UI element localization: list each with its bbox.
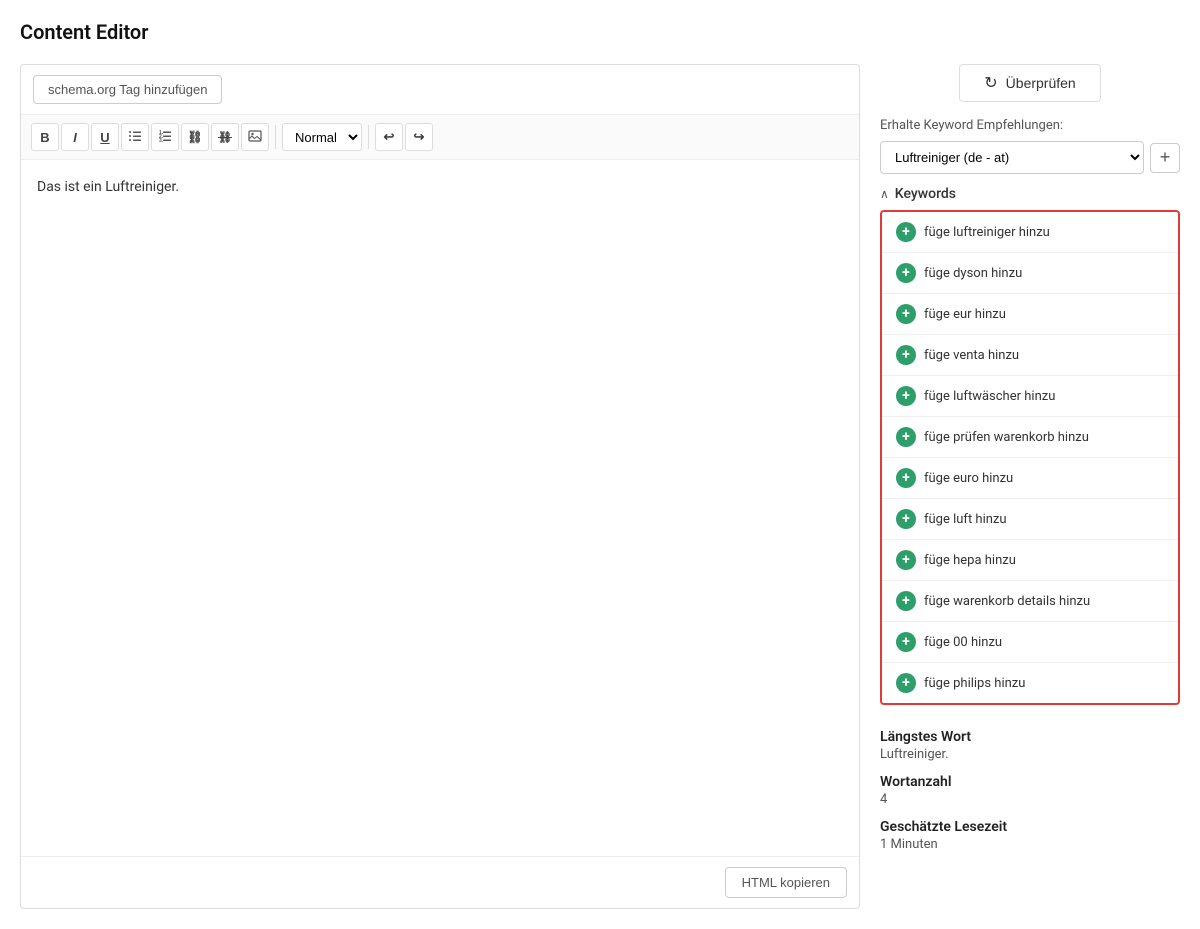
keyword-add-icon: + (896, 427, 916, 447)
keyword-text: füge 00 hinzu (924, 635, 1002, 650)
redo-button[interactable]: ↪ (405, 123, 433, 151)
keyword-add-icon: + (896, 386, 916, 406)
keyword-text: füge dyson hinzu (924, 266, 1022, 281)
schema-tag-button[interactable]: schema.org Tag hinzufügen (33, 75, 222, 104)
page-title: Content Editor (20, 20, 1180, 44)
undo-button[interactable]: ↩ (375, 123, 403, 151)
keyword-list-item[interactable]: + füge luftwäscher hinzu (882, 376, 1178, 417)
keyword-add-icon: + (896, 591, 916, 611)
editor-content[interactable]: Das ist ein Luftreiniger. (21, 160, 859, 856)
redo-icon: ↪ (414, 129, 425, 145)
keywords-collapse-row: ∧ Keywords (880, 186, 1180, 202)
keyword-add-icon: + (896, 263, 916, 283)
editor-panel: schema.org Tag hinzufügen B I U (20, 64, 860, 909)
keyword-select-row: Luftreiniger (de - at) + (880, 141, 1180, 174)
keyword-list-item[interactable]: + füge luftreiniger hinzu (882, 212, 1178, 253)
numbered-list-button[interactable]: 1. 2. 3. (151, 123, 179, 151)
image-icon (248, 129, 262, 146)
keyword-list-item[interactable]: + füge philips hinzu (882, 663, 1178, 703)
link-icon: ⛓ (187, 130, 202, 144)
keyword-text: füge warenkorb details hinzu (924, 594, 1090, 609)
longest-word-label: Längstes Wort (880, 729, 1180, 745)
keyword-list-container: + füge luftreiniger hinzu + füge dyson h… (880, 210, 1180, 705)
keyword-list-item[interactable]: + füge dyson hinzu (882, 253, 1178, 294)
bullet-list-icon (128, 129, 142, 146)
add-keyword-button[interactable]: + (1150, 143, 1180, 173)
keyword-list-item[interactable]: + füge euro hinzu (882, 458, 1178, 499)
check-button[interactable]: ↻ Überprüfen (959, 64, 1100, 102)
check-button-row: ↻ Überprüfen (880, 64, 1180, 102)
keyword-add-icon: + (896, 468, 916, 488)
italic-button[interactable]: I (61, 123, 89, 151)
keyword-text: füge philips hinzu (924, 676, 1025, 691)
keyword-text: füge euro hinzu (924, 471, 1013, 486)
plus-icon: + (1160, 147, 1171, 168)
keyword-list-item[interactable]: + füge venta hinzu (882, 335, 1178, 376)
underline-button[interactable]: U (91, 123, 119, 151)
numbered-list-icon: 1. 2. 3. (158, 129, 172, 146)
chevron-up-icon[interactable]: ∧ (880, 187, 889, 201)
keyword-add-icon: + (896, 222, 916, 242)
undo-icon: ↩ (384, 129, 395, 145)
keyword-recommendation-section: Erhalte Keyword Empfehlungen: Luftreinig… (880, 118, 1180, 721)
underline-icon: U (100, 130, 109, 145)
keyword-list-item[interactable]: + füge 00 hinzu (882, 622, 1178, 663)
italic-icon: I (73, 130, 77, 145)
word-count-label: Wortanzahl (880, 774, 1180, 790)
stats-section: Längstes Wort Luftreiniger. Wortanzahl 4… (880, 729, 1180, 864)
keywords-section-title: Keywords (895, 186, 956, 202)
copy-html-button[interactable]: HTML kopieren (725, 867, 847, 898)
keyword-text: füge hepa hinzu (924, 553, 1016, 568)
keyword-list-item[interactable]: + füge eur hinzu (882, 294, 1178, 335)
keyword-recommendation-label: Erhalte Keyword Empfehlungen: (880, 118, 1180, 133)
bold-button[interactable]: B (31, 123, 59, 151)
toolbar-separator-2 (368, 125, 369, 149)
image-button[interactable] (241, 123, 269, 151)
keyword-add-icon: + (896, 550, 916, 570)
unlink-icon: ⛓ (218, 131, 232, 144)
keyword-text: füge venta hinzu (924, 348, 1019, 363)
keyword-add-icon: + (896, 509, 916, 529)
keyword-add-icon: + (896, 345, 916, 365)
keyword-list-item[interactable]: + füge warenkorb details hinzu (882, 581, 1178, 622)
keyword-add-icon: + (896, 673, 916, 693)
reading-time-value: 1 Minuten (880, 837, 1180, 852)
keyword-list-item[interactable]: + füge prüfen warenkorb hinzu (882, 417, 1178, 458)
editor-footer: HTML kopieren (21, 856, 859, 908)
schema-tag-bar: schema.org Tag hinzufügen (21, 65, 859, 115)
keyword-list-item[interactable]: + füge luft hinzu (882, 499, 1178, 540)
bold-icon: B (40, 130, 49, 145)
keyword-select[interactable]: Luftreiniger (de - at) (880, 141, 1144, 174)
refresh-icon: ↻ (984, 73, 997, 93)
keyword-add-icon: + (896, 304, 916, 324)
keyword-text: füge prüfen warenkorb hinzu (924, 430, 1089, 445)
word-count-value: 4 (880, 792, 1180, 807)
editor-toolbar: B I U (21, 115, 859, 160)
keyword-text: füge luftreiniger hinzu (924, 225, 1050, 240)
keyword-text: füge luftwäscher hinzu (924, 389, 1055, 404)
reading-time-label: Geschätzte Lesezeit (880, 819, 1180, 835)
check-button-label: Überprüfen (1006, 75, 1076, 91)
keyword-add-icon: + (896, 632, 916, 652)
unlink-button[interactable]: ⛓ (211, 123, 239, 151)
toolbar-separator-1 (275, 125, 276, 149)
keyword-list-item[interactable]: + füge hepa hinzu (882, 540, 1178, 581)
bullet-list-button[interactable] (121, 123, 149, 151)
longest-word-value: Luftreiniger. (880, 747, 1180, 762)
right-panel: ↻ Überprüfen Erhalte Keyword Empfehlunge… (880, 64, 1180, 909)
editor-text: Das ist ein Luftreiniger. (37, 179, 179, 195)
longest-word-stat: Längstes Wort Luftreiniger. (880, 729, 1180, 762)
format-select[interactable]: Normal H1 H2 H3 (282, 123, 362, 151)
keyword-text: füge eur hinzu (924, 307, 1006, 322)
reading-time-stat: Geschätzte Lesezeit 1 Minuten (880, 819, 1180, 852)
word-count-stat: Wortanzahl 4 (880, 774, 1180, 807)
keyword-text: füge luft hinzu (924, 512, 1007, 527)
link-button[interactable]: ⛓ (181, 123, 209, 151)
